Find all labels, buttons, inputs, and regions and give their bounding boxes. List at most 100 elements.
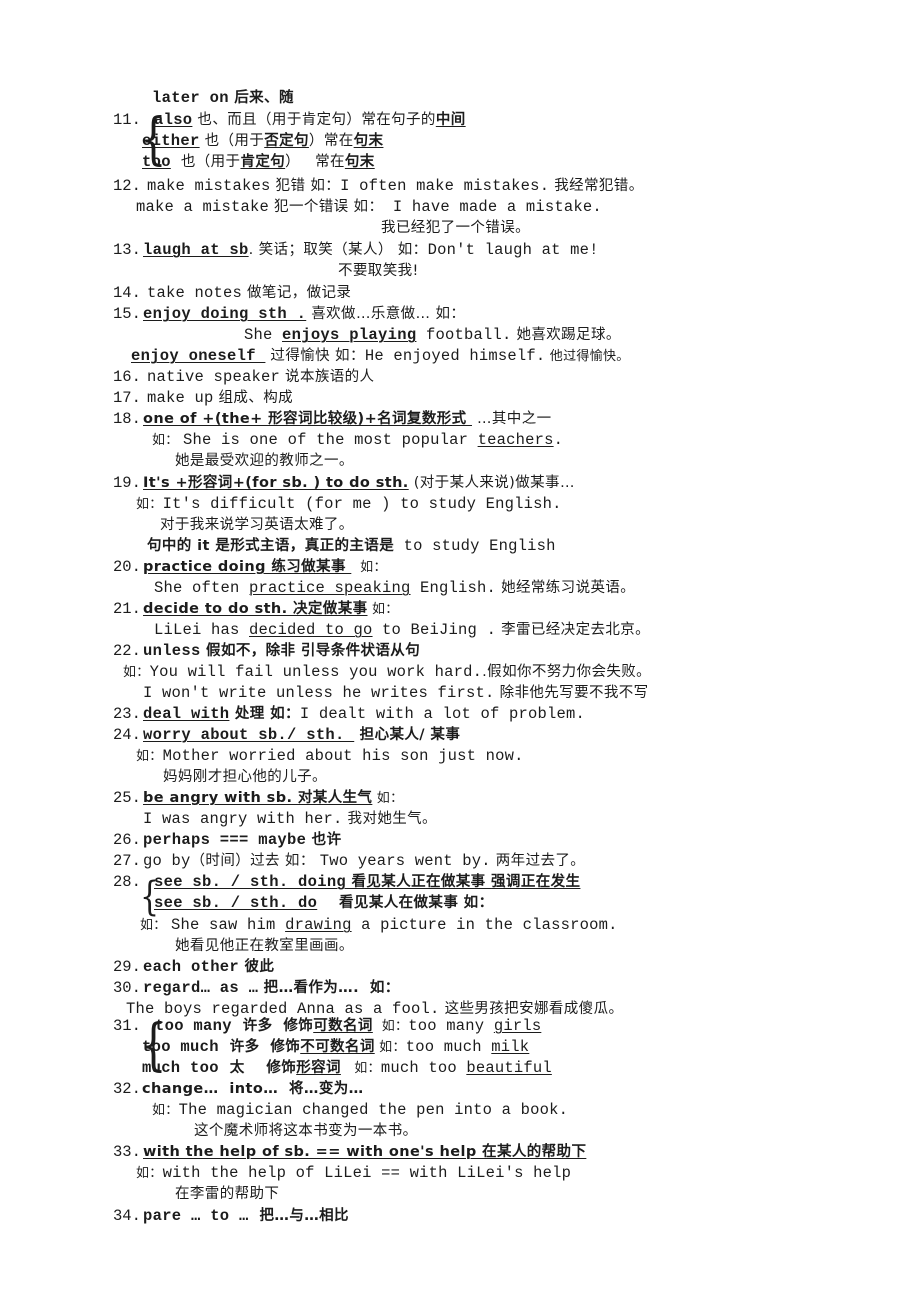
entry-22-ru: 如：: [123, 665, 150, 680]
entry-15-cn-3: 过得愉快 如：: [265, 348, 365, 364]
entry-21-ex-b: to BeiJing .: [372, 621, 497, 639]
entry-19-ru: 如：: [136, 497, 163, 512]
entry-21-ex-emph: decided to go: [249, 621, 373, 639]
entry-32-ex: The magician changed the pen into a book…: [178, 1101, 569, 1119]
entry-12-example: I often make mistakes.: [340, 177, 550, 195]
entry-28-line-2: see sb. / sth. do 看见某人在做某事 如：: [154, 893, 493, 913]
entry-31-ex-3: much too: [380, 1059, 467, 1077]
entry-11-line-1-emph: 中间: [435, 112, 466, 128]
entry-number-23: 23.: [113, 705, 141, 723]
entry-24-ex: Mother worried about his son just now.: [162, 747, 524, 765]
document-page: later on 后来、随 11. { also 也、而且（用于肯定句）常在句子…: [0, 0, 920, 1302]
entry-11-line-1-cn: 也、而且（用于肯定句）常在句子的: [192, 112, 436, 128]
entry-11-line-1: also 也、而且（用于肯定句）常在句子的中间: [154, 110, 466, 130]
entry-31-ex-2: too much: [405, 1038, 492, 1056]
entry-20-ex-emph: practice speaking: [249, 579, 411, 597]
headword-with-the-help-of: with the help of sb. == with one's help …: [143, 1144, 587, 1160]
entry-12-cn-2: 犯一个错误 如：: [269, 199, 384, 215]
entry-16-line-1: native speaker 说本族语的人: [147, 367, 374, 387]
entry-31-emph-3: 形容词: [296, 1060, 341, 1076]
entry-13-example: Don't laugh at me!: [427, 241, 599, 259]
headword-enjoy-oneself: enjoy oneself: [131, 347, 266, 365]
entry-33-line-3: 在李雷的帮助下: [175, 1186, 280, 1202]
entry-number-33: 33.: [113, 1143, 141, 1161]
entry-25-ru: 如：: [372, 791, 404, 806]
entry-12-line-2: make a mistake 犯一个错误 如： I have made a mi…: [136, 197, 602, 217]
entry-22-ex: You will fail unless you work hard.: [149, 663, 483, 681]
entry-22-ex-2-cn: 除非他先写要不我不写: [494, 685, 649, 701]
entry-31-emph-1: 可数名词: [313, 1018, 373, 1034]
entry-11-line-2: either 也（用于否定句）常在句末: [142, 131, 383, 151]
entry-19-line-4: 句中的 it 是形式主语，真正的主语是 to study English: [147, 536, 556, 556]
entry-28-line-4: 她看见他正在教室里画画。: [175, 938, 354, 954]
headword-its-adj-to-do: It's +形容词+(for sb. ) to do sth.: [143, 475, 409, 491]
entry-25-line-1: be angry with sb. 对某人生气 如：: [143, 788, 403, 809]
entry-number-28: 28.: [113, 873, 141, 891]
entry-number-12: 12.: [113, 177, 141, 195]
entry-31-ru-3: 如：: [340, 1061, 381, 1076]
entry-30-ex-cn: 这些男孩把安娜看成傻瓜。: [439, 1001, 624, 1017]
header-line: later on 后来、随: [152, 88, 294, 108]
entry-20-ex-a: She often: [154, 579, 250, 597]
entry-12-line-1: make mistakes 犯错 如：I often make mistakes…: [147, 176, 644, 196]
entry-12-en-2: make a mistake: [136, 198, 270, 216]
entry-23-ex: I dealt with a lot of problem.: [299, 705, 585, 723]
entry-25-ex: I was angry with her.: [143, 810, 343, 828]
entry-21-ex-a: LiLei has: [154, 621, 250, 639]
entry-31-cn-3: 太 修饰: [218, 1060, 297, 1076]
entry-number-30: 30.: [113, 979, 141, 997]
entry-18-cn: …其中之一: [471, 411, 552, 427]
entry-28-ex-b: a picture in the classroom.: [351, 916, 618, 934]
headword-change-into: change… into… 将…变为…: [142, 1081, 364, 1097]
entry-15-line-3: enjoy oneself 过得愉快 如：He enjoyed himself.…: [131, 346, 630, 367]
entry-number-20: 20.: [113, 558, 141, 576]
entry-19-line-2: 如：It's difficult (for me ) to study Engl…: [136, 494, 562, 515]
entry-19-note-cn: 句中的 it 是形式主语，真正的主语是: [147, 538, 395, 554]
entry-28-ru: 如：: [140, 918, 172, 933]
entry-12-cn: 犯错 如：: [270, 178, 341, 194]
entry-27-cn: （时间）过去 如：: [190, 853, 320, 869]
entry-14-en: take notes: [147, 284, 243, 302]
entry-31-ex-1: too many: [408, 1017, 494, 1035]
entry-number-11: 11.: [113, 111, 141, 129]
entry-27-en: go by: [143, 852, 191, 870]
headword-worry-about: worry about sb./ sth.: [143, 726, 355, 744]
entry-29-cn: 彼此: [239, 959, 275, 975]
entry-15-ex-3: He enjoyed himself.: [364, 347, 546, 365]
entry-19-line-1: It's +形容词+(for sb. ) to do sth. (对于某人来说)…: [143, 473, 575, 493]
entry-11-line-2-cn2: ）常在: [308, 133, 354, 149]
entry-32-line-1: change… into… 将…变为…: [142, 1079, 364, 1099]
entry-31-ru-2: 如：: [374, 1040, 406, 1055]
entry-20-line-2: She often practice speaking English. 她经常…: [154, 578, 635, 598]
entry-24-line-2: 如：Mother worried about his son just now.: [136, 746, 524, 767]
entry-22-ex-2: I won't write unless he writes first.: [143, 684, 495, 702]
entry-30-cn: 把…看作为…. 如：: [258, 980, 400, 996]
entry-15-ex-emph: enjoys playing: [282, 326, 417, 344]
entry-number-16: 16.: [113, 368, 141, 386]
header-text: later on: [152, 89, 229, 107]
headword-enjoy-doing-sth: enjoy doing sth .: [143, 305, 307, 323]
entry-34-line-1: pare … to … 把…与…相比: [143, 1206, 349, 1226]
entry-14-cn: 做笔记，做记录: [242, 285, 352, 301]
entry-number-34: 34.: [113, 1207, 141, 1225]
headword-see-sb-do: see sb. / sth. do: [154, 894, 318, 912]
entry-number-24: 24.: [113, 726, 141, 744]
entry-28-line-3: 如： She saw him drawing a picture in the …: [140, 915, 618, 936]
entry-11-line-2-cn: 也（用于: [199, 133, 265, 149]
entry-22-cn: 假如不，除非 引导条件状语从句: [200, 643, 421, 659]
entry-33-ex: with the help of LiLei == with LiLei's h…: [162, 1164, 572, 1182]
entry-19-cn: (对于某人来说)做某事…: [408, 475, 575, 491]
entry-32-line-3: 这个魔术师将这本书变为一本书。: [194, 1123, 418, 1139]
entry-34-en: pare … to …: [143, 1207, 249, 1225]
entry-14-line-1: take notes 做笔记，做记录: [147, 283, 351, 303]
entry-27-ex: Two years went by.: [319, 852, 491, 870]
entry-number-26: 26.: [113, 831, 141, 849]
entry-34-cn: 把…与…相比: [248, 1208, 349, 1224]
entry-33-line-2: 如：with the help of LiLei == with LiLei's…: [136, 1163, 571, 1184]
entry-number-32: 32.: [113, 1080, 141, 1098]
entry-23-cn: 处理 如：: [229, 706, 300, 722]
entry-31-ex-emph-2: milk: [491, 1038, 530, 1056]
entry-24-cn: 担心某人/ 某事: [354, 727, 461, 743]
entry-15-ex-3-cn: 他过得愉快。: [545, 349, 630, 364]
entry-number-19: 19.: [113, 474, 141, 492]
